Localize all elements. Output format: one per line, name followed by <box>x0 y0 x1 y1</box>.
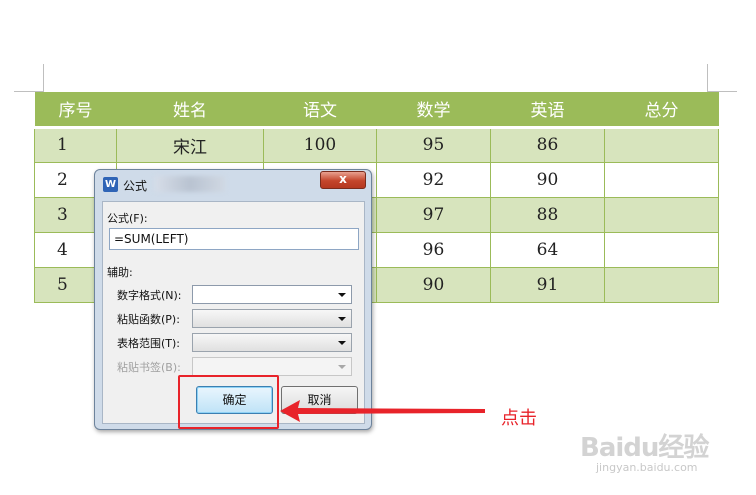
red-arrow-left-icon <box>280 400 485 422</box>
chevron-down-icon <box>338 341 346 345</box>
table-range-label: 表格范围(T): <box>117 337 181 350</box>
table-cell[interactable]: 86 <box>490 126 605 163</box>
ok-button-highlight <box>178 375 279 429</box>
header-cell[interactable]: 英语 <box>490 92 605 129</box>
table-cell[interactable] <box>604 266 719 303</box>
number-format-select[interactable] <box>192 285 352 304</box>
chevron-down-icon <box>338 293 346 297</box>
formula-input[interactable] <box>109 228 359 250</box>
table-cell[interactable]: 91 <box>490 266 605 303</box>
table-cell[interactable] <box>604 161 719 198</box>
paste-bookmark-label: 粘贴书签(B): <box>117 361 181 374</box>
assist-label: 辅助: <box>107 266 133 279</box>
crop-mark-right <box>707 64 708 92</box>
table-cell[interactable]: 64 <box>490 231 605 268</box>
table-cell[interactable]: 96 <box>376 231 491 268</box>
table-cell[interactable]: 1 <box>34 126 117 163</box>
table-cell[interactable]: 宋江 <box>116 126 264 163</box>
close-button[interactable]: x <box>320 171 366 189</box>
blurred-region <box>155 176 225 192</box>
paste-function-select[interactable] <box>192 309 352 328</box>
table-cell[interactable] <box>604 231 719 268</box>
chevron-down-icon <box>338 317 346 321</box>
paste-function-label: 粘贴函数(P): <box>117 313 180 326</box>
crop-mark-left <box>43 64 44 92</box>
chevron-down-icon <box>338 365 346 369</box>
table-cell[interactable] <box>604 126 719 163</box>
table-header-row: 序号 姓名 语文 数学 英语 总分 <box>34 92 719 129</box>
header-cell[interactable]: 语文 <box>263 92 377 129</box>
header-cell[interactable]: 数学 <box>376 92 491 129</box>
number-format-label: 数字格式(N): <box>117 289 182 302</box>
table-cell[interactable]: 90 <box>376 266 491 303</box>
baidu-watermark: Baidu经验 <box>580 433 709 463</box>
header-cell[interactable]: 序号 <box>34 92 117 129</box>
table-range-select[interactable] <box>192 333 352 352</box>
paste-bookmark-select <box>192 357 352 376</box>
table-cell[interactable]: 100 <box>263 126 377 163</box>
header-cell[interactable]: 总分 <box>604 92 719 129</box>
header-cell[interactable]: 姓名 <box>116 92 264 129</box>
table-cell[interactable]: 92 <box>376 161 491 198</box>
table-cell[interactable]: 95 <box>376 126 491 163</box>
table-cell[interactable]: 97 <box>376 196 491 233</box>
baidu-watermark-url: jingyan.baidu.com <box>596 461 698 474</box>
close-icon: x <box>339 172 347 186</box>
wps-writer-icon: W <box>103 177 118 192</box>
dialog-titlebar[interactable]: W 公式 x <box>95 170 371 200</box>
formula-label: 公式(F): <box>107 212 148 225</box>
click-callout: 点击 <box>501 408 537 429</box>
dialog-title: 公式 <box>123 179 148 193</box>
table-cell[interactable] <box>604 196 719 233</box>
table-cell[interactable]: 88 <box>490 196 605 233</box>
table-row: 1 宋江 100 95 86 <box>34 126 719 163</box>
table-cell[interactable]: 90 <box>490 161 605 198</box>
